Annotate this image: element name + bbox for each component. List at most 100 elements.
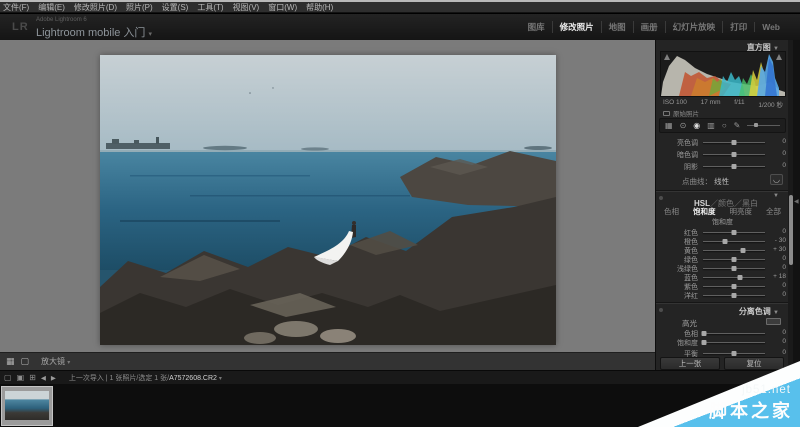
- hsl-panel-header[interactable]: HSL／颜色／黑白 ▼: [656, 193, 789, 203]
- point-curve-value[interactable]: 线性: [714, 177, 729, 186]
- slider-knob[interactable]: [732, 152, 737, 157]
- split-saturation-slider: 饱和度 0: [656, 337, 789, 347]
- menu-settings[interactable]: 设置(S): [162, 2, 189, 13]
- slider-knob[interactable]: [737, 275, 742, 280]
- menu-tools[interactable]: 工具(T): [197, 2, 223, 13]
- adjustment-brush-icon[interactable]: ✎: [734, 122, 741, 130]
- module-book[interactable]: 画册: [633, 21, 665, 33]
- tab-hue[interactable]: 色相: [664, 206, 679, 217]
- next-photo-arrow[interactable]: ▶: [51, 374, 56, 382]
- slider-label: 暗色调: [656, 150, 698, 160]
- spot-removal-icon[interactable]: ⊙: [680, 122, 687, 130]
- radial-filter-icon[interactable]: ○: [722, 122, 727, 130]
- edit-point-curve-button[interactable]: ◡: [770, 174, 783, 185]
- reset-button[interactable]: 复位: [724, 357, 784, 370]
- module-slideshow[interactable]: 幻灯片放映: [665, 21, 723, 33]
- slider-knob[interactable]: [722, 239, 727, 244]
- slider-value: + 18: [767, 273, 786, 280]
- right-panel: 直方图 ▼ ISO 100 17 mm: [655, 40, 800, 370]
- slider-track[interactable]: [703, 353, 765, 354]
- slider-value: + 30: [767, 246, 786, 253]
- smart-preview-icon: [663, 111, 670, 116]
- tab-all[interactable]: 全部: [766, 206, 781, 217]
- chevron-down-icon: ▾: [67, 360, 70, 366]
- slider-track[interactable]: [703, 166, 765, 167]
- slider-knob[interactable]: [702, 331, 707, 336]
- slider-knob[interactable]: [732, 266, 737, 271]
- menu-develop[interactable]: 修改照片(D): [74, 2, 117, 13]
- main-window-icon[interactable]: ▢: [4, 374, 12, 382]
- slider-knob[interactable]: [732, 293, 737, 298]
- filmstrip-header: ▢ ▣ ⊞ ◀ ▶ 上一次导入 | 1 张照片/选定 1 张/A7572608.…: [0, 370, 800, 384]
- previous-photo-arrow[interactable]: ◀: [41, 374, 46, 382]
- menu-photo[interactable]: 照片(P): [126, 2, 153, 13]
- slider-knob[interactable]: [732, 257, 737, 262]
- identity-plate[interactable]: Lightroom mobile 入门 ▾: [36, 24, 152, 40]
- slider-track[interactable]: [703, 241, 765, 242]
- module-develop[interactable]: 修改照片: [552, 21, 601, 33]
- filmstrip-breadcrumb[interactable]: 上一次导入 | 1 张照片/选定 1 张/A7572608.CR2 ▾: [69, 373, 222, 383]
- slider-track[interactable]: [703, 142, 765, 143]
- red-eye-icon[interactable]: ◉: [693, 122, 700, 130]
- before-after-icon[interactable]: ▢: [21, 357, 30, 366]
- tab-saturation[interactable]: 饱和度: [693, 206, 716, 217]
- lr-logo: LR: [12, 21, 29, 33]
- loupe-view-icon[interactable]: ▦: [6, 357, 15, 366]
- tool-mini-slider[interactable]: [747, 125, 780, 126]
- second-window-icon[interactable]: ▣: [17, 374, 25, 382]
- highlight-clipping-icon[interactable]: [776, 54, 782, 60]
- module-library[interactable]: 图库: [521, 21, 552, 33]
- panel-switch-icon[interactable]: [659, 308, 663, 312]
- tab-luminance[interactable]: 明亮度: [730, 206, 753, 217]
- slider-track[interactable]: [703, 268, 765, 269]
- slider-knob[interactable]: [732, 284, 737, 289]
- slider-track[interactable]: [703, 333, 765, 334]
- menu-window[interactable]: 窗口(W): [268, 2, 297, 13]
- right-panel-collapse-strip[interactable]: ◀: [793, 40, 800, 370]
- filmstrip-thumbnail-selected[interactable]: [1, 386, 53, 426]
- slider-track[interactable]: [703, 286, 765, 287]
- highlight-color-swatch[interactable]: [766, 318, 781, 325]
- slider-value: 0: [767, 150, 786, 157]
- point-curve-label: 点曲线： 线性: [682, 176, 729, 187]
- split-toning-header[interactable]: 分离色调 ▼: [739, 306, 779, 317]
- slider-knob[interactable]: [732, 230, 737, 235]
- photo-canvas[interactable]: [100, 55, 556, 345]
- menu-edit[interactable]: 编辑(E): [38, 2, 65, 13]
- exif-shutter: 1/200 秒: [758, 99, 783, 107]
- slider-label: 洋红: [656, 291, 698, 301]
- slider-knob[interactable]: [732, 164, 737, 169]
- slider-value: - 30: [767, 237, 786, 244]
- exif-iso: ISO 100: [663, 99, 687, 107]
- slider-track[interactable]: [703, 259, 765, 260]
- slider-track[interactable]: [703, 250, 765, 251]
- slider-knob[interactable]: [741, 248, 746, 253]
- slider-track[interactable]: [703, 232, 765, 233]
- breadcrumb-source: 上一次导入: [69, 375, 104, 382]
- menu-view[interactable]: 视图(V): [233, 2, 260, 13]
- slider-track[interactable]: [703, 295, 765, 296]
- menu-file[interactable]: 文件(F): [3, 2, 29, 13]
- histogram-display[interactable]: [660, 51, 786, 97]
- graduated-filter-icon[interactable]: ▥: [707, 122, 715, 130]
- slider-track[interactable]: [703, 277, 765, 278]
- slider-track[interactable]: [703, 342, 765, 343]
- module-print[interactable]: 打印: [722, 21, 754, 33]
- menu-help[interactable]: 帮助(H): [306, 2, 333, 13]
- breadcrumb-filename: A7572608.CR2: [169, 375, 217, 382]
- scrollbar-thumb[interactable]: [789, 195, 793, 265]
- panel-switch-icon[interactable]: [659, 196, 663, 200]
- view-mode-label[interactable]: 放大镜 ▾: [41, 356, 70, 367]
- shadow-clipping-icon[interactable]: [664, 54, 670, 60]
- slider-value: 0: [767, 228, 786, 235]
- module-map[interactable]: 地图: [601, 21, 633, 33]
- grid-view-icon[interactable]: ⊞: [29, 374, 36, 382]
- slider-knob[interactable]: [732, 351, 737, 356]
- slider-track[interactable]: [703, 154, 765, 155]
- previous-button[interactable]: 上一张: [660, 357, 720, 370]
- slider-knob[interactable]: [702, 340, 707, 345]
- crop-overlay-icon[interactable]: ▦: [665, 122, 673, 130]
- module-web[interactable]: Web: [754, 22, 787, 32]
- slider-label: 阴影: [656, 162, 698, 172]
- slider-knob[interactable]: [732, 140, 737, 145]
